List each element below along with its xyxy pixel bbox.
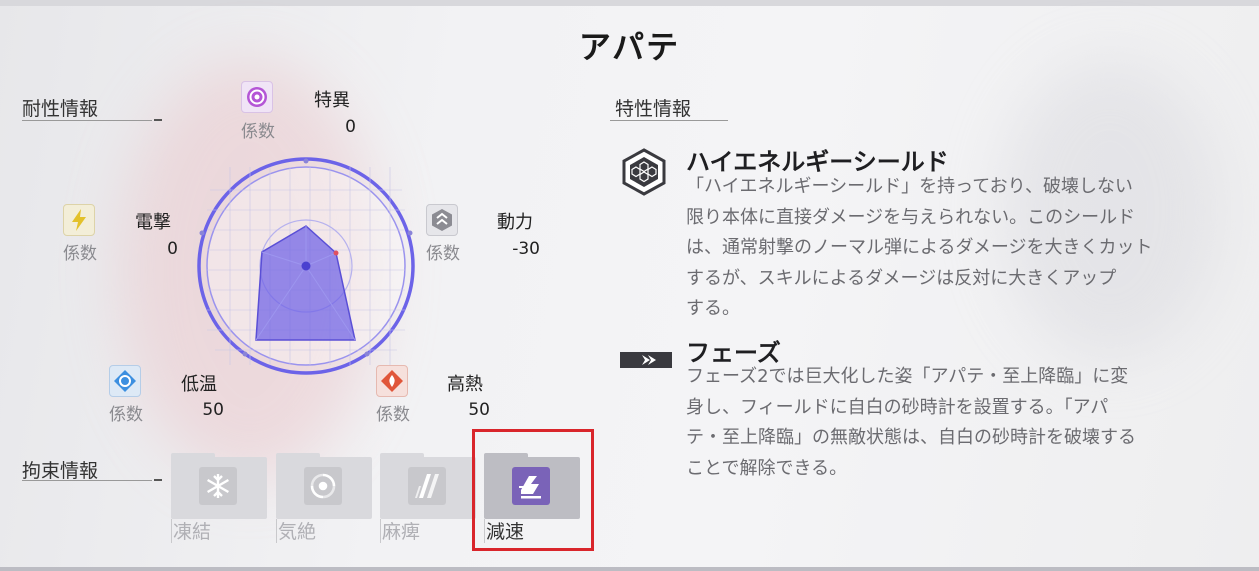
restraint-freeze[interactable]: 凍結	[171, 453, 267, 543]
coef-label-electric: 係数	[63, 244, 97, 264]
radar-vertex-bottom-right	[364, 351, 370, 357]
radar-vertex-right	[407, 230, 413, 236]
coef-value-heat: 50	[468, 400, 490, 420]
paralyze-icon	[408, 467, 446, 505]
lightning-icon	[63, 204, 95, 236]
trait-desc-line: テ・至上降臨」の無敵状態は、自白の砂時計を破壊する	[686, 427, 1136, 448]
radar-center-dot	[301, 261, 311, 271]
restraint-section-underline	[22, 480, 152, 481]
card-bar	[171, 519, 172, 543]
resistance-section-tick	[154, 119, 162, 121]
traits-section-title: 特性情報	[615, 98, 692, 120]
radar-vertex-top	[303, 158, 309, 164]
kinetic-icon	[426, 204, 458, 236]
trait-desc-line: ことで解除できる。	[686, 457, 848, 479]
trait-desc-line: する。	[686, 298, 740, 319]
trait-desc-line: フェーズ2では巨大化した姿「アパテ・至上降臨」に変	[686, 366, 1129, 387]
restraint-section-tick	[154, 479, 162, 481]
coef-value-cold: 50	[202, 400, 224, 420]
stat-name-special: 特異	[314, 90, 350, 111]
trait-desc-line: 「ハイエネルギーシールド」を持っており、破壊しない	[686, 176, 1133, 197]
trait-desc-line: 身し、フィールドに自白の砂時計を設置する。「アパ	[686, 396, 1109, 418]
selected-restraint-highlight	[472, 429, 594, 551]
restraint-stun[interactable]: 気絶	[276, 453, 372, 543]
stat-name-heat: 高熱	[447, 374, 483, 395]
restraint-section-title: 拘束情報	[22, 460, 99, 482]
trait-desc-line: は、通常射撃のノーマル弾によるダメージを大きくカット	[686, 237, 1153, 258]
card-bar	[276, 519, 277, 543]
hex-shield-icon	[622, 148, 666, 196]
coef-label-kinetic: 係数	[426, 244, 460, 264]
coef-label-cold: 係数	[109, 405, 143, 425]
coef-value-special: 0	[345, 117, 356, 137]
trait-desc-line: するが、スキルによるダメージは反対に大きくアップ	[686, 267, 1117, 289]
coef-label-heat: 係数	[376, 405, 410, 425]
restraint-label-paralyze: 麻痺	[382, 521, 421, 543]
resistance-section-underline	[22, 120, 152, 121]
special-swirl-icon	[241, 81, 273, 113]
resistance-radar-chart	[197, 157, 415, 375]
coef-value-kinetic: -30	[512, 239, 540, 259]
stat-name-electric: 電撃	[135, 212, 171, 233]
phase-arrow-icon	[620, 350, 672, 370]
coef-label-special: 係数	[241, 122, 275, 142]
restraint-label-freeze: 凍結	[173, 521, 212, 543]
snowflake-icon	[109, 365, 141, 397]
traits-section-underline	[610, 120, 728, 121]
coef-value-electric: 0	[167, 239, 178, 259]
resistance-section-title: 耐性情報	[22, 98, 99, 120]
restraint-label-stun: 気絶	[278, 521, 317, 543]
radar-vertex-bottom-left	[242, 351, 248, 357]
top-border	[0, 0, 1259, 6]
trait-desc-line: 限り本体に直接ダメージを与えられない。このシールド	[686, 206, 1136, 228]
stat-name-kinetic: 動力	[497, 212, 533, 233]
restraint-paralyze[interactable]: 麻痺	[380, 453, 476, 543]
trait-description-shield: 「ハイエネルギーシールド」を持っており、破壊しない 限り本体に直接ダメージを与え…	[686, 172, 1153, 325]
bottom-border	[0, 567, 1259, 571]
stun-icon	[304, 467, 342, 505]
card-bar	[380, 519, 381, 543]
radar-marker-kinetic	[333, 250, 339, 256]
radar-vertex-left	[199, 230, 205, 236]
boss-name-title: アパテ	[578, 28, 681, 66]
freeze-icon	[199, 467, 237, 505]
trait-description-phase: フェーズ2では巨大化した姿「アパテ・至上降臨」に変 身し、フィールドに自白の砂時…	[686, 362, 1136, 484]
